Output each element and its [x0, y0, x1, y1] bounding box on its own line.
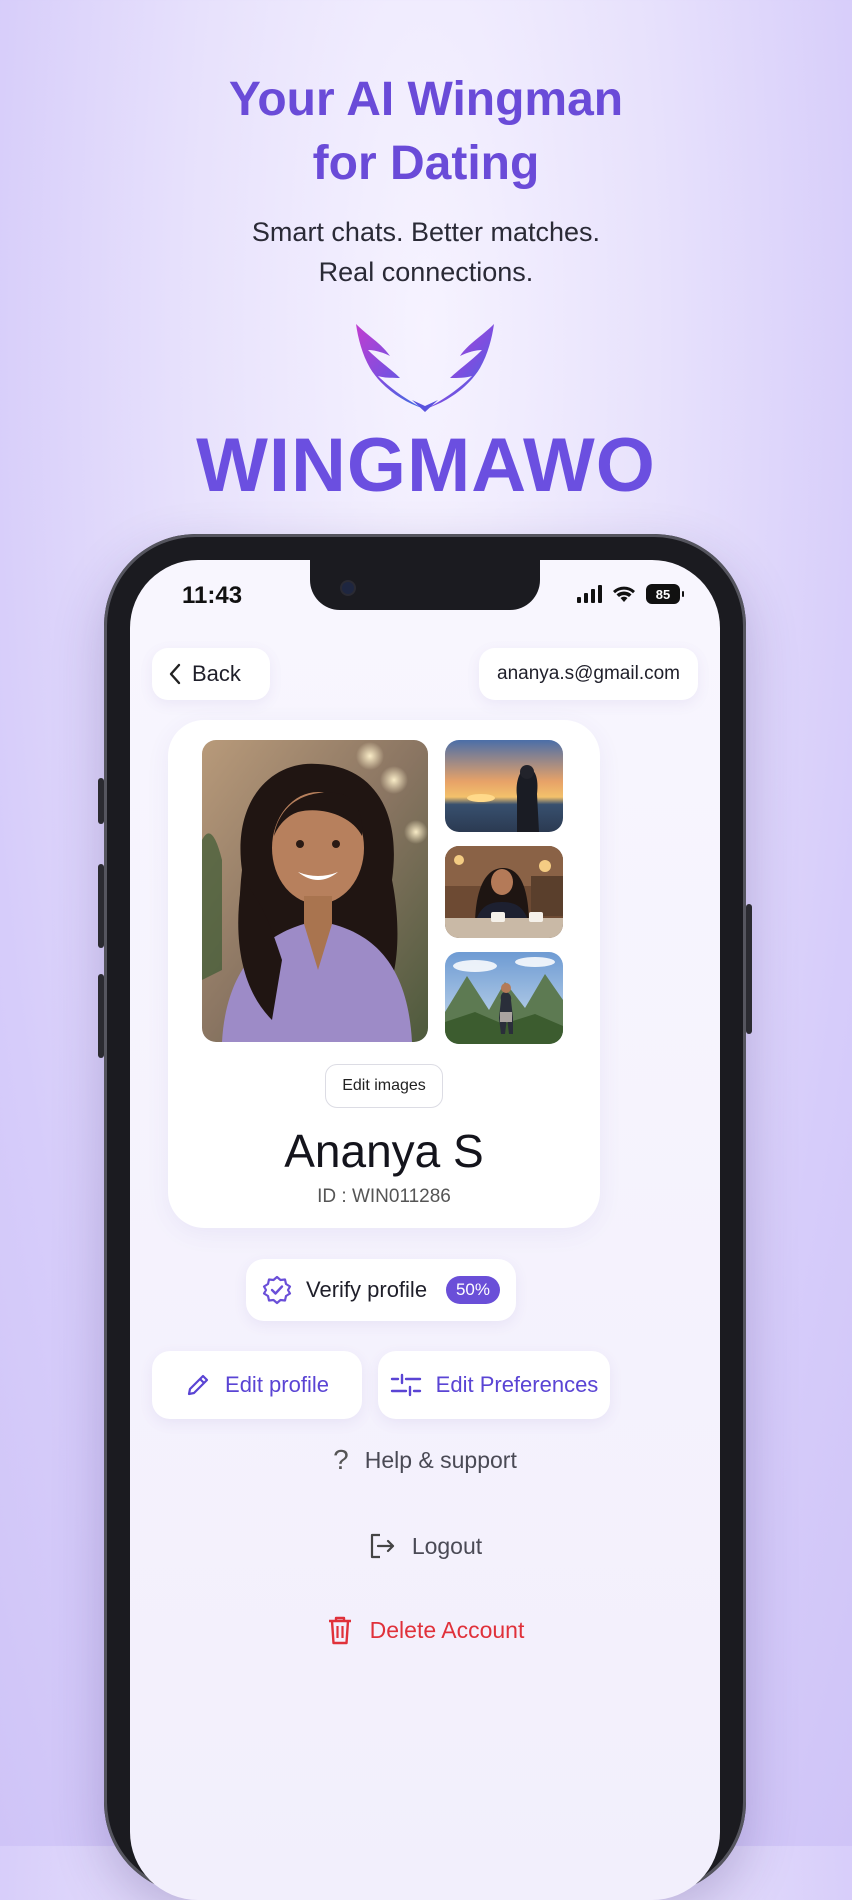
phone-volume-up-button: [98, 864, 104, 948]
wings-logo-icon: [356, 324, 494, 412]
profile-name: Ananya S: [284, 1125, 484, 1177]
profile-card: Edit images Ananya S ID : WIN011286: [168, 720, 600, 1228]
delete-label: Delete Account: [369, 1616, 525, 1643]
logout-label: Logout: [411, 1532, 483, 1559]
promo-subtitle: Smart chats. Better matches. Real connec…: [0, 212, 852, 292]
promo-subtitle-line2: Real connections.: [318, 257, 534, 287]
edit-profile-label: Edit profile: [225, 1372, 329, 1397]
phone-action-button: [98, 778, 104, 824]
profile-photo-sunset[interactable]: [445, 740, 563, 832]
wifi-icon: [613, 586, 635, 602]
brand-name: WINGMAWO: [196, 423, 656, 508]
profile-photo-cafe[interactable]: [445, 846, 563, 938]
sunset-image: [445, 740, 563, 832]
profile-photo-main[interactable]: [202, 740, 428, 1042]
phone-mockup: 11:43 85 Back ananya.s@gmail.com Edit im…: [98, 534, 752, 1900]
question-mark-icon: ?: [333, 1444, 349, 1475]
account-email[interactable]: ananya.s@gmail.com: [479, 648, 698, 700]
verified-badge-icon: [262, 1275, 292, 1305]
phone-volume-down-button: [98, 974, 104, 1058]
promo-title-line1: Your AI Wingman: [228, 73, 624, 126]
phone-screen: 11:43 85 Back ananya.s@gmail.com Edit im…: [130, 560, 720, 1900]
trash-icon: [328, 1616, 351, 1645]
back-label: Back: [192, 661, 241, 686]
verify-progress-badge: 50%: [445, 1276, 500, 1304]
portrait-image: [202, 740, 428, 1042]
cafe-image: [445, 846, 563, 938]
profile-photo-mountains[interactable]: [445, 952, 563, 1044]
verify-label: Verify profile: [306, 1277, 428, 1302]
pencil-icon: [187, 1374, 209, 1396]
chevron-left-icon: [169, 663, 181, 685]
logout-icon: [370, 1533, 394, 1559]
logout-link[interactable]: Logout: [130, 1532, 720, 1560]
sliders-icon: [390, 1373, 421, 1397]
edit-preferences-button[interactable]: Edit Preferences: [378, 1351, 610, 1419]
status-time: 11:43: [182, 582, 243, 609]
help-support-link[interactable]: ? Help & support: [130, 1444, 720, 1476]
promo-title: Your AI Wingman for Dating: [0, 68, 852, 196]
mountains-image: [445, 952, 563, 1044]
edit-images-button[interactable]: Edit images: [325, 1064, 443, 1108]
verify-profile-button[interactable]: Verify profile 50%: [246, 1259, 516, 1321]
phone-power-button: [746, 904, 752, 1034]
dynamic-notch: [310, 560, 540, 610]
back-button[interactable]: Back: [152, 648, 270, 700]
promo-subtitle-line1: Smart chats. Better matches.: [251, 217, 601, 247]
battery-icon: 85: [646, 584, 684, 604]
delete-account-link[interactable]: Delete Account: [130, 1614, 720, 1646]
profile-id: ID : WIN011286: [317, 1186, 451, 1207]
cellular-signal-icon: [577, 585, 602, 603]
status-icons: 85: [577, 584, 684, 604]
promo-title-line2: for Dating: [312, 137, 540, 190]
edit-preferences-label: Edit Preferences: [435, 1372, 599, 1397]
front-camera-icon: [342, 582, 354, 594]
edit-profile-button[interactable]: Edit profile: [152, 1351, 362, 1419]
help-label: Help & support: [364, 1446, 517, 1473]
